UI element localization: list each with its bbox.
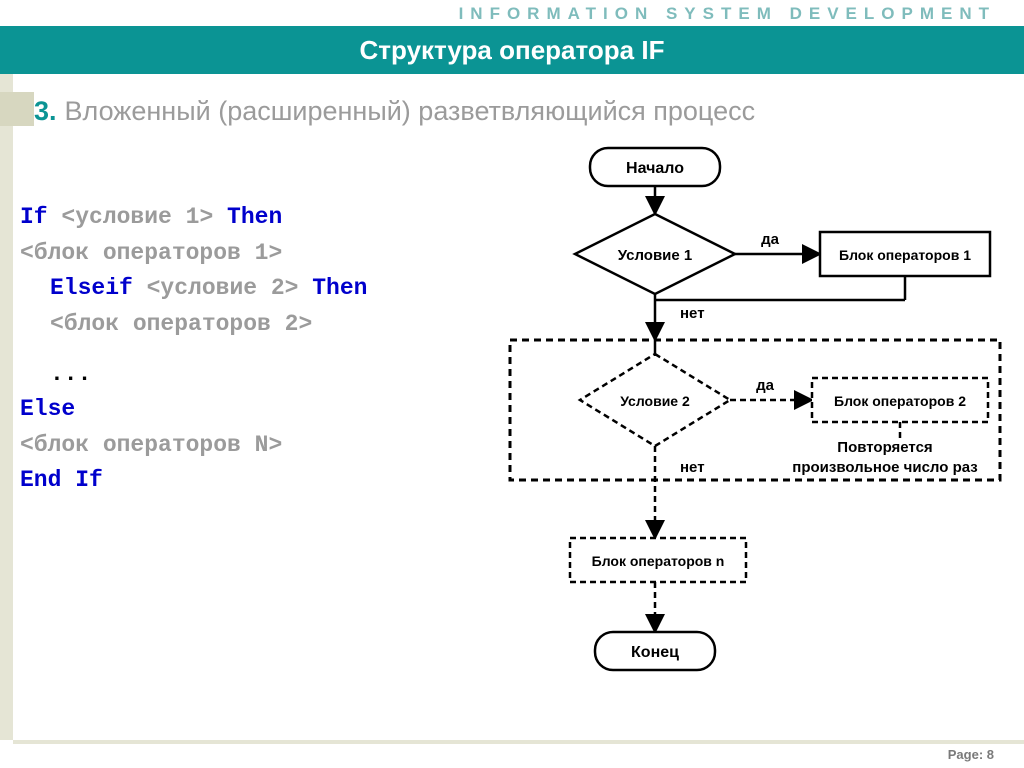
code-cond2: <условие 2>: [147, 275, 299, 301]
code-line-4: <блок операторов 2>: [20, 307, 490, 343]
svg-text:Повторяется: Повторяется: [837, 439, 932, 456]
code-block: If <условие 1> Then <блок операторов 1> …: [20, 200, 490, 499]
code-line-6: Else: [20, 392, 490, 428]
bottom-rail: [13, 740, 1024, 744]
svg-text:нет: нет: [680, 305, 705, 322]
svg-text:Блок операторов 2: Блок операторов 2: [834, 393, 966, 409]
code-line-7: <блок операторов N>: [20, 428, 490, 464]
code-cond1: <условие 1>: [61, 204, 213, 230]
slide-subtitle: 3. Вложенный (расширенный) разветвляющий…: [34, 92, 1024, 130]
code-line-1: If <условие 1> Then: [20, 200, 490, 236]
flowchart: Начало Условие 1 да Блок операторов 1 не…: [490, 140, 1005, 700]
kw-elseif: Elseif: [50, 275, 147, 301]
slide-title: Структура оператора IF: [0, 26, 1024, 74]
svg-text:Конец: Конец: [631, 644, 679, 661]
code-line-3: Elseif <условие 2> Then: [20, 271, 490, 307]
svg-text:Условие 2: Условие 2: [620, 393, 690, 409]
svg-text:Условие 1: Условие 1: [618, 247, 693, 264]
code-line-8: End If: [20, 463, 490, 499]
subtitle-text: Вложенный (расширенный) разветвляющийся …: [65, 96, 756, 127]
svg-text:произвольное число раз: произвольное число раз: [792, 459, 977, 476]
svg-text:да: да: [756, 377, 775, 394]
svg-text:нет: нет: [680, 459, 705, 476]
code-ellipsis: ...: [50, 361, 91, 387]
subtitle-number: 3.: [34, 96, 57, 127]
code-block2: <блок операторов 2>: [50, 311, 312, 337]
subtitle-accent: [0, 92, 34, 126]
svg-text:Блок операторов 1: Блок операторов 1: [839, 247, 971, 263]
left-rail: [0, 74, 13, 740]
svg-text:Начало: Начало: [626, 160, 684, 177]
code-line-2: <блок операторов 1>: [20, 236, 490, 272]
page-number: 8: [987, 747, 994, 762]
top-tagline: INFORMATION SYSTEM DEVELOPMENT: [459, 4, 996, 24]
kw-then2: Then: [298, 275, 367, 301]
kw-if: If: [20, 204, 61, 230]
code-line-5: ...: [20, 357, 490, 393]
svg-text:да: да: [761, 231, 780, 248]
slide: INFORMATION SYSTEM DEVELOPMENT Структура…: [0, 0, 1024, 768]
page-footer: Page: 8: [948, 747, 994, 762]
page-label: Page:: [948, 747, 987, 762]
kw-then1: Then: [213, 204, 282, 230]
svg-text:Блок операторов n: Блок операторов n: [592, 553, 725, 569]
